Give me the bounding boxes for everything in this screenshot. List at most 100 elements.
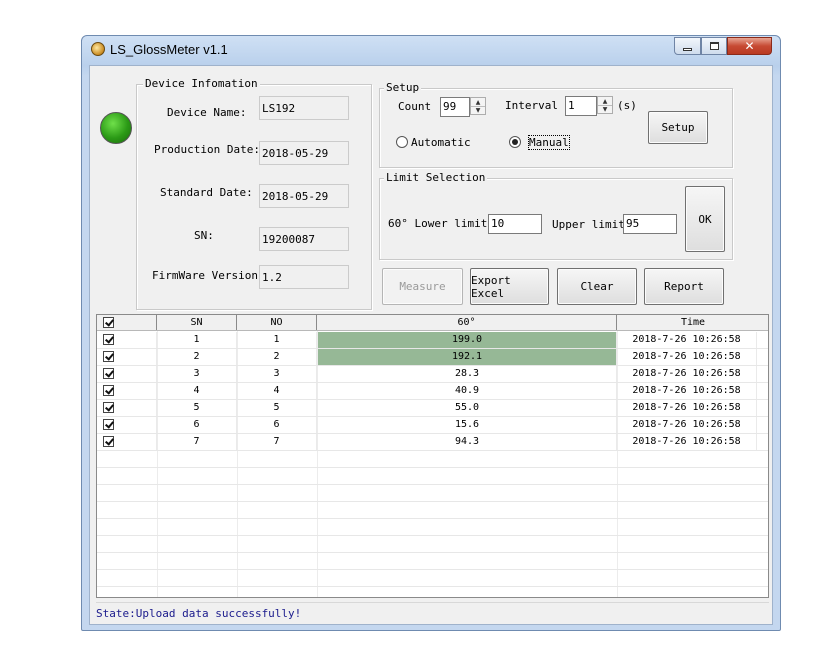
gloss-value-cell: 94.3 (318, 434, 617, 450)
sn-label: SN: (194, 229, 214, 242)
export-excel-button[interactable]: Export Excel (470, 268, 549, 305)
no-column-header[interactable]: NO (237, 315, 317, 330)
sn-cell: 5 (157, 400, 237, 416)
manual-radio[interactable] (509, 136, 521, 148)
manual-label[interactable]: Manual (528, 135, 570, 150)
count-spinner[interactable]: ▲ ▼ (470, 97, 486, 115)
row-select-cell[interactable] (97, 349, 157, 365)
table-row[interactable]: 5 5 55.0 2018-7-26 10:26:58 (97, 400, 768, 417)
clear-button[interactable]: Clear (557, 268, 637, 305)
measure-button[interactable]: Measure (382, 268, 463, 305)
spin-down-icon[interactable]: ▼ (471, 106, 485, 114)
firmware-field: 1.2 (259, 265, 349, 289)
row-checkbox[interactable] (103, 402, 114, 413)
row-checkbox[interactable] (103, 351, 114, 362)
table-row (97, 536, 768, 553)
gloss-value-cell: 15.6 (318, 417, 617, 433)
time-cell: 2018-7-26 10:26:58 (617, 383, 757, 399)
ok-button[interactable]: OK (685, 186, 725, 252)
lower-limit-label: 60° Lower limit (388, 217, 488, 230)
gloss-value-cell: 40.9 (318, 383, 617, 399)
maximize-button[interactable] (701, 37, 727, 55)
no-cell: 1 (237, 332, 317, 348)
sn-cell: 2 (157, 349, 237, 365)
upper-limit-input[interactable]: 95 (623, 214, 677, 234)
time-cell: 2018-7-26 10:26:58 (617, 400, 757, 416)
interval-unit-label: (s) (617, 99, 637, 112)
no-cell: 7 (237, 434, 317, 450)
row-select-cell[interactable] (97, 383, 157, 399)
table-row (97, 502, 768, 519)
no-cell: 3 (237, 366, 317, 382)
lower-limit-input[interactable]: 10 (488, 214, 542, 234)
title-bar[interactable]: LS_GlossMeter v1.1 ✕ (82, 36, 780, 64)
device-info-title: Device Infomation (143, 77, 260, 90)
no-cell: 4 (237, 383, 317, 399)
row-select-cell[interactable] (97, 332, 157, 348)
gloss-value-cell: 199.0 (318, 332, 617, 348)
column-divider (768, 331, 769, 598)
time-cell: 2018-7-26 10:26:58 (617, 434, 757, 450)
sn-cell: 7 (157, 434, 237, 450)
table-row[interactable]: 7 7 94.3 2018-7-26 10:26:58 (97, 434, 768, 451)
row-checkbox[interactable] (103, 419, 114, 430)
report-button[interactable]: Report (644, 268, 724, 305)
no-cell: 2 (237, 349, 317, 365)
interval-input[interactable]: 1 (565, 96, 597, 116)
device-name-field: LS192 (259, 96, 349, 120)
close-button[interactable]: ✕ (727, 37, 772, 55)
app-logo-icon (91, 42, 105, 56)
row-select-cell[interactable] (97, 417, 157, 433)
row-select-cell[interactable] (97, 434, 157, 450)
sn-column-header[interactable]: SN (157, 315, 237, 330)
automatic-radio[interactable] (396, 136, 408, 148)
table-row (97, 468, 768, 485)
row-checkbox[interactable] (103, 385, 114, 396)
table-row[interactable]: 2 2 192.1 2018-7-26 10:26:58 (97, 349, 768, 366)
table-header: SN NO 60° Time (97, 315, 768, 331)
limit-selection-title: Limit Selection (384, 171, 488, 184)
gloss-value-cell: 28.3 (318, 366, 617, 382)
production-date-label: Production Date: (154, 143, 260, 156)
table-row (97, 570, 768, 587)
row-checkbox[interactable] (103, 436, 114, 447)
device-name-label: Device Name: (167, 106, 247, 119)
sn-cell: 6 (157, 417, 237, 433)
select-all-checkbox[interactable] (103, 317, 114, 328)
no-cell: 5 (237, 400, 317, 416)
setup-button[interactable]: Setup (648, 111, 708, 144)
table-row (97, 451, 768, 468)
table-row (97, 485, 768, 502)
table-row[interactable]: 4 4 40.9 2018-7-26 10:26:58 (97, 383, 768, 400)
minimize-icon (683, 47, 692, 51)
minimize-button[interactable] (674, 37, 701, 55)
time-cell: 2018-7-26 10:26:58 (617, 366, 757, 382)
standard-date-label: Standard Date: (160, 186, 253, 199)
row-select-cell[interactable] (97, 366, 157, 382)
window-title: LS_GlossMeter v1.1 (110, 42, 228, 57)
time-cell: 2018-7-26 10:26:58 (617, 349, 757, 365)
results-table[interactable]: SN NO 60° Time 1 1 199.0 2018-7-26 10:26:58… (96, 314, 769, 598)
status-bar: State:Upload data successfully! (96, 602, 769, 622)
table-row (97, 587, 768, 597)
angle-column-header[interactable]: 60° (317, 315, 617, 330)
row-select-cell[interactable] (97, 400, 157, 416)
table-row[interactable]: 1 1 199.0 2018-7-26 10:26:58 (97, 332, 768, 349)
automatic-label[interactable]: Automatic (411, 136, 471, 149)
setup-title: Setup (384, 81, 422, 94)
row-checkbox[interactable] (103, 334, 114, 345)
select-all-header[interactable] (97, 315, 157, 330)
app-window: LS_GlossMeter v1.1 ✕ Device Infomation D… (81, 35, 781, 631)
table-row[interactable]: 3 3 28.3 2018-7-26 10:26:58 (97, 366, 768, 383)
sn-field: 19200087 (259, 227, 349, 251)
production-date-field: 2018-05-29 (259, 141, 349, 165)
spin-down-icon[interactable]: ▼ (598, 105, 612, 113)
table-row[interactable]: 6 6 15.6 2018-7-26 10:26:58 (97, 417, 768, 434)
no-cell: 6 (237, 417, 317, 433)
firmware-label: FirmWare Version: (152, 269, 265, 282)
count-input[interactable]: 99 (440, 97, 470, 117)
client-area: Device Infomation Device Name: LS192 Pro… (89, 65, 773, 625)
row-checkbox[interactable] (103, 368, 114, 379)
interval-spinner[interactable]: ▲ ▼ (597, 96, 613, 114)
time-column-header[interactable]: Time (617, 315, 768, 330)
